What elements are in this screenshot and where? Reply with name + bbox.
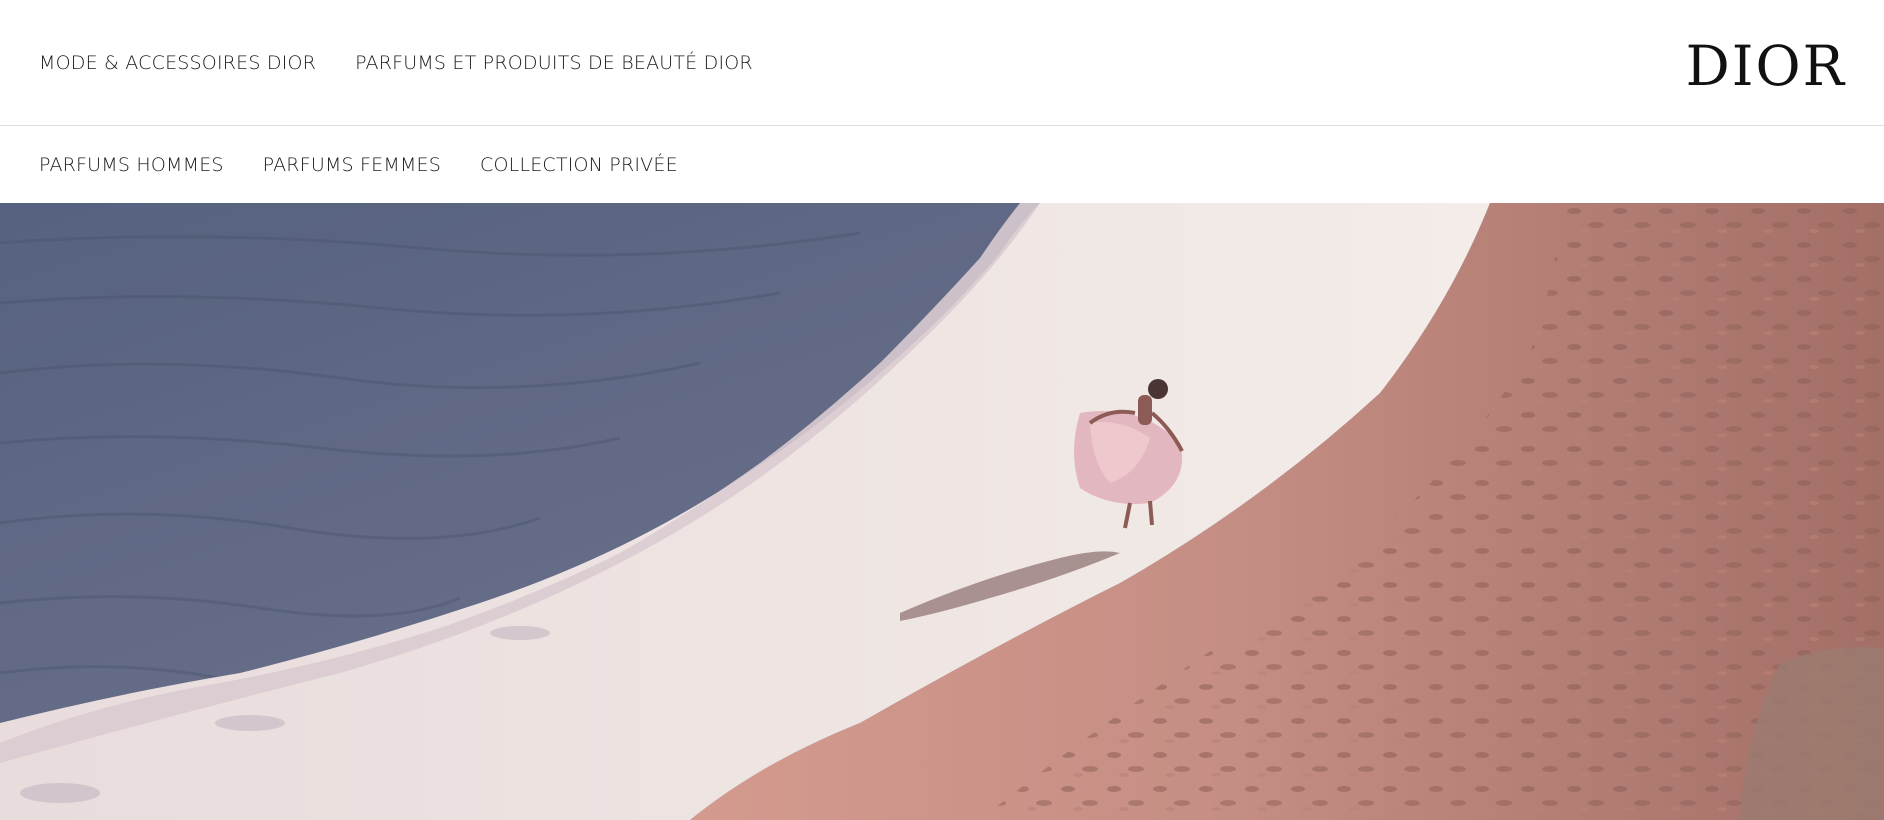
dior-logo[interactable]: DIOR	[1686, 36, 1846, 96]
universe-nav: MODE & ACCESSOIRES DIOR PARFUMS ET PRODU…	[39, 51, 753, 75]
category-nav: PARFUMS HOMMES PARFUMS FEMMES COLLECTION…	[39, 153, 678, 177]
nav-mode-accessoires-link[interactable]: MODE & ACCESSOIRES DIOR	[39, 51, 316, 75]
hero-beach-image	[0, 203, 1884, 820]
nav-parfums-beaute-link[interactable]: PARFUMS ET PRODUITS DE BEAUTÉ DIOR	[355, 51, 753, 75]
category-bar: PARFUMS HOMMES PARFUMS FEMMES COLLECTION…	[0, 126, 1884, 203]
main-header: MODE & ACCESSOIRES DIOR PARFUMS ET PRODU…	[0, 0, 1884, 126]
nav-parfums-hommes-link[interactable]: PARFUMS HOMMES	[39, 153, 224, 177]
nav-collection-privee-link[interactable]: COLLECTION PRIVÉE	[480, 153, 678, 177]
hero-banner	[0, 203, 1884, 820]
nav-parfums-femmes-link[interactable]: PARFUMS FEMMES	[263, 153, 441, 177]
